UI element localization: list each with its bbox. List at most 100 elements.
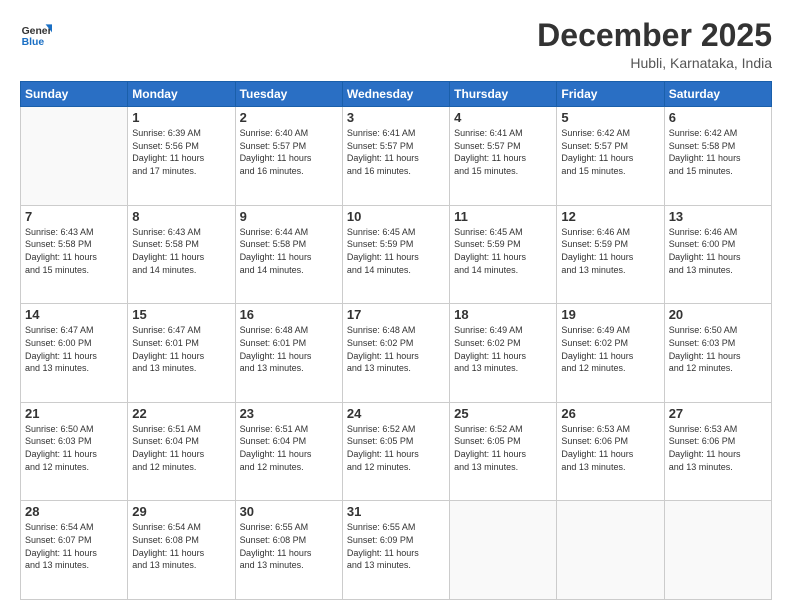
cell-info: Sunrise: 6:39 AMSunset: 5:56 PMDaylight:… xyxy=(132,127,230,177)
cell-info: Sunrise: 6:43 AMSunset: 5:58 PMDaylight:… xyxy=(25,226,123,276)
cell-info: Sunrise: 6:47 AMSunset: 6:01 PMDaylight:… xyxy=(132,324,230,374)
calendar-cell: 1 Sunrise: 6:39 AMSunset: 5:56 PMDaylight… xyxy=(128,107,235,206)
header: General Blue December 2025 Hubli, Karnat… xyxy=(20,18,772,71)
cell-info: Sunrise: 6:45 AMSunset: 5:59 PMDaylight:… xyxy=(454,226,552,276)
cell-info: Sunrise: 6:53 AMSunset: 6:06 PMDaylight:… xyxy=(561,423,659,473)
day-number: 21 xyxy=(25,406,123,421)
day-number: 13 xyxy=(669,209,767,224)
calendar-cell: 20 Sunrise: 6:50 AMSunset: 6:03 PMDayligh… xyxy=(664,304,771,403)
cell-info: Sunrise: 6:42 AMSunset: 5:57 PMDaylight:… xyxy=(561,127,659,177)
cell-info: Sunrise: 6:54 AMSunset: 6:08 PMDaylight:… xyxy=(132,521,230,571)
calendar-cell: 11 Sunrise: 6:45 AMSunset: 5:59 PMDayligh… xyxy=(450,205,557,304)
svg-text:General: General xyxy=(22,26,52,37)
day-number: 19 xyxy=(561,307,659,322)
cell-info: Sunrise: 6:51 AMSunset: 6:04 PMDaylight:… xyxy=(240,423,338,473)
cell-info: Sunrise: 6:46 AMSunset: 6:00 PMDaylight:… xyxy=(669,226,767,276)
day-number: 28 xyxy=(25,504,123,519)
day-number: 14 xyxy=(25,307,123,322)
calendar-cell xyxy=(664,501,771,600)
day-number: 31 xyxy=(347,504,445,519)
cell-info: Sunrise: 6:53 AMSunset: 6:06 PMDaylight:… xyxy=(669,423,767,473)
calendar-cell: 9 Sunrise: 6:44 AMSunset: 5:58 PMDaylight… xyxy=(235,205,342,304)
calendar-table: SundayMondayTuesdayWednesdayThursdayFrid… xyxy=(20,81,772,600)
cell-info: Sunrise: 6:54 AMSunset: 6:07 PMDaylight:… xyxy=(25,521,123,571)
calendar-cell: 25 Sunrise: 6:52 AMSunset: 6:05 PMDayligh… xyxy=(450,402,557,501)
day-number: 23 xyxy=(240,406,338,421)
cell-info: Sunrise: 6:43 AMSunset: 5:58 PMDaylight:… xyxy=(132,226,230,276)
calendar-cell: 27Sunrise: 6:53 AMSunset: 6:06 PMDayligh… xyxy=(664,402,771,501)
calendar-cell: 21Sunrise: 6:50 AMSunset: 6:03 PMDayligh… xyxy=(21,402,128,501)
logo-icon: General Blue xyxy=(20,18,52,50)
cell-info: Sunrise: 6:40 AMSunset: 5:57 PMDaylight:… xyxy=(240,127,338,177)
day-number: 22 xyxy=(132,406,230,421)
calendar-cell: 29 Sunrise: 6:54 AMSunset: 6:08 PMDayligh… xyxy=(128,501,235,600)
logo: General Blue xyxy=(20,18,52,50)
calendar-cell: 8 Sunrise: 6:43 AMSunset: 5:58 PMDaylight… xyxy=(128,205,235,304)
page: General Blue December 2025 Hubli, Karnat… xyxy=(0,0,792,612)
location: Hubli, Karnataka, India xyxy=(537,55,772,71)
calendar-header-sunday: Sunday xyxy=(21,82,128,107)
title-block: December 2025 Hubli, Karnataka, India xyxy=(537,18,772,71)
calendar-cell: 5Sunrise: 6:42 AMSunset: 5:57 PMDaylight… xyxy=(557,107,664,206)
cell-info: Sunrise: 6:48 AMSunset: 6:01 PMDaylight:… xyxy=(240,324,338,374)
calendar-week-row: 28 Sunrise: 6:54 AMSunset: 6:07 PMDayligh… xyxy=(21,501,772,600)
day-number: 24 xyxy=(347,406,445,421)
calendar-week-row: 7 Sunrise: 6:43 AMSunset: 5:58 PMDaylight… xyxy=(21,205,772,304)
day-number: 26 xyxy=(561,406,659,421)
cell-info: Sunrise: 6:55 AMSunset: 6:09 PMDaylight:… xyxy=(347,521,445,571)
calendar-header-monday: Monday xyxy=(128,82,235,107)
day-number: 7 xyxy=(25,209,123,224)
day-number: 12 xyxy=(561,209,659,224)
calendar-header-saturday: Saturday xyxy=(664,82,771,107)
calendar-cell: 19 Sunrise: 6:49 AMSunset: 6:02 PMDayligh… xyxy=(557,304,664,403)
cell-info: Sunrise: 6:44 AMSunset: 5:58 PMDaylight:… xyxy=(240,226,338,276)
calendar-week-row: 1 Sunrise: 6:39 AMSunset: 5:56 PMDaylight… xyxy=(21,107,772,206)
cell-info: Sunrise: 6:51 AMSunset: 6:04 PMDaylight:… xyxy=(132,423,230,473)
calendar-header-friday: Friday xyxy=(557,82,664,107)
day-number: 4 xyxy=(454,110,552,125)
calendar-cell: 12Sunrise: 6:46 AMSunset: 5:59 PMDayligh… xyxy=(557,205,664,304)
day-number: 2 xyxy=(240,110,338,125)
calendar-cell: 28 Sunrise: 6:54 AMSunset: 6:07 PMDayligh… xyxy=(21,501,128,600)
calendar-cell: 17Sunrise: 6:48 AMSunset: 6:02 PMDayligh… xyxy=(342,304,449,403)
calendar-cell: 2 Sunrise: 6:40 AMSunset: 5:57 PMDaylight… xyxy=(235,107,342,206)
calendar-cell: 13 Sunrise: 6:46 AMSunset: 6:00 PMDayligh… xyxy=(664,205,771,304)
calendar-header-row: SundayMondayTuesdayWednesdayThursdayFrid… xyxy=(21,82,772,107)
day-number: 30 xyxy=(240,504,338,519)
calendar-cell xyxy=(450,501,557,600)
cell-info: Sunrise: 6:47 AMSunset: 6:00 PMDaylight:… xyxy=(25,324,123,374)
day-number: 11 xyxy=(454,209,552,224)
cell-info: Sunrise: 6:49 AMSunset: 6:02 PMDaylight:… xyxy=(454,324,552,374)
calendar-cell xyxy=(21,107,128,206)
month-title: December 2025 xyxy=(537,18,772,53)
cell-info: Sunrise: 6:45 AMSunset: 5:59 PMDaylight:… xyxy=(347,226,445,276)
day-number: 29 xyxy=(132,504,230,519)
day-number: 15 xyxy=(132,307,230,322)
calendar-header-wednesday: Wednesday xyxy=(342,82,449,107)
cell-info: Sunrise: 6:42 AMSunset: 5:58 PMDaylight:… xyxy=(669,127,767,177)
cell-info: Sunrise: 6:52 AMSunset: 6:05 PMDaylight:… xyxy=(454,423,552,473)
calendar-cell: 16Sunrise: 6:48 AMSunset: 6:01 PMDayligh… xyxy=(235,304,342,403)
calendar-cell: 30Sunrise: 6:55 AMSunset: 6:08 PMDayligh… xyxy=(235,501,342,600)
calendar-cell: 31 Sunrise: 6:55 AMSunset: 6:09 PMDayligh… xyxy=(342,501,449,600)
day-number: 18 xyxy=(454,307,552,322)
svg-text:Blue: Blue xyxy=(22,37,45,48)
day-number: 20 xyxy=(669,307,767,322)
calendar-cell: 26 Sunrise: 6:53 AMSunset: 6:06 PMDayligh… xyxy=(557,402,664,501)
calendar-header-thursday: Thursday xyxy=(450,82,557,107)
calendar-cell: 14 Sunrise: 6:47 AMSunset: 6:00 PMDayligh… xyxy=(21,304,128,403)
day-number: 9 xyxy=(240,209,338,224)
cell-info: Sunrise: 6:49 AMSunset: 6:02 PMDaylight:… xyxy=(561,324,659,374)
calendar-header-tuesday: Tuesday xyxy=(235,82,342,107)
day-number: 17 xyxy=(347,307,445,322)
calendar-cell: 24Sunrise: 6:52 AMSunset: 6:05 PMDayligh… xyxy=(342,402,449,501)
calendar-cell xyxy=(557,501,664,600)
cell-info: Sunrise: 6:50 AMSunset: 6:03 PMDaylight:… xyxy=(669,324,767,374)
day-number: 8 xyxy=(132,209,230,224)
calendar-cell: 3Sunrise: 6:41 AMSunset: 5:57 PMDaylight… xyxy=(342,107,449,206)
calendar-cell: 15 Sunrise: 6:47 AMSunset: 6:01 PMDayligh… xyxy=(128,304,235,403)
calendar-cell: 10Sunrise: 6:45 AMSunset: 5:59 PMDayligh… xyxy=(342,205,449,304)
day-number: 1 xyxy=(132,110,230,125)
day-number: 25 xyxy=(454,406,552,421)
calendar-cell: 23 Sunrise: 6:51 AMSunset: 6:04 PMDayligh… xyxy=(235,402,342,501)
